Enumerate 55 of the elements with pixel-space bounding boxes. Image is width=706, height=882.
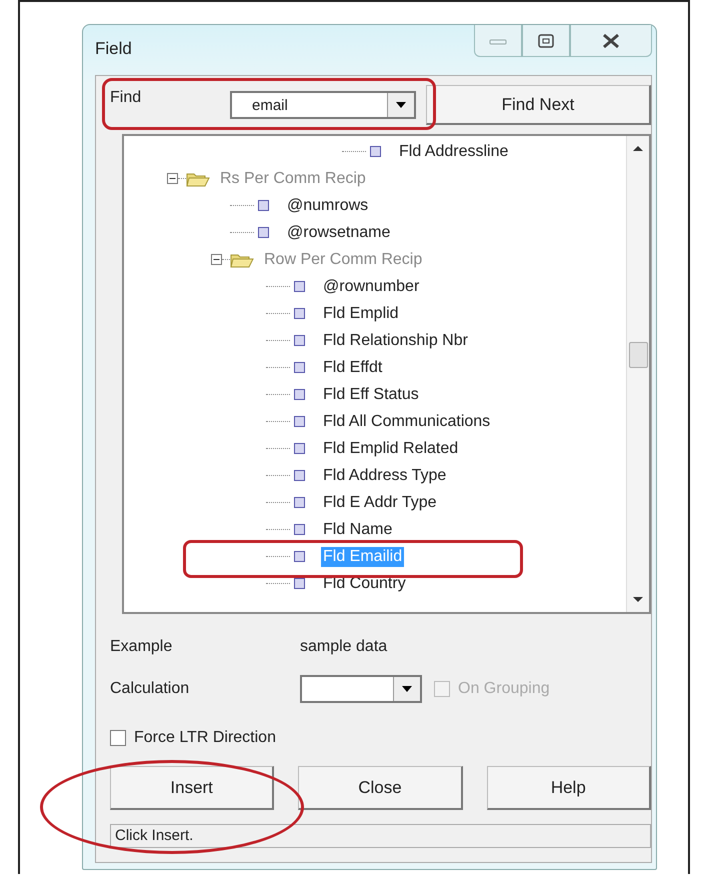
field-icon: [294, 443, 305, 454]
tree-item[interactable]: Fld Addressline: [397, 142, 510, 162]
field-icon: [294, 308, 305, 319]
field-icon: [294, 389, 305, 400]
find-next-button[interactable]: Find Next: [426, 85, 651, 125]
tree-item[interactable]: Fld All Communications: [321, 412, 492, 432]
tree-item[interactable]: @rowsetname: [285, 222, 392, 242]
dialog-button[interactable]: Help: [486, 766, 651, 810]
maximize-button[interactable]: [522, 25, 570, 57]
tree-item[interactable]: Fld Effdt: [321, 358, 384, 378]
status-bar: Click Insert.: [110, 824, 651, 848]
field-icon: [258, 200, 269, 211]
calculation-label: Calculation: [110, 680, 190, 698]
find-combo-box[interactable]: email: [230, 91, 416, 119]
tree-item[interactable]: @numrows: [285, 196, 370, 216]
tree-item[interactable]: Fld Eff Status: [321, 384, 421, 404]
dialog-button[interactable]: Insert: [110, 766, 274, 810]
window-title: Field: [95, 39, 132, 59]
tree-folder[interactable]: Row Per Comm Recip: [262, 250, 424, 270]
close-button[interactable]: [570, 25, 652, 57]
field-icon: [258, 227, 269, 238]
maximize-icon: [537, 32, 555, 48]
field-icon: [294, 497, 305, 508]
close-icon: [601, 32, 621, 48]
tree-item[interactable]: Fld Emplid Related: [321, 438, 460, 458]
dialog-button[interactable]: Close: [298, 766, 463, 810]
force-ltr-label: Force LTR Direction: [134, 729, 276, 747]
scroll-down-icon[interactable]: [632, 596, 644, 604]
calculation-combo-box[interactable]: [300, 675, 422, 703]
tree-item[interactable]: Fld Address Type: [321, 466, 448, 486]
field-icon: [294, 281, 305, 292]
collapse-icon[interactable]: [211, 254, 222, 265]
tree-item[interactable]: Fld E Addr Type: [321, 492, 439, 512]
tree-item[interactable]: Fld Emplid: [321, 304, 401, 324]
checkbox[interactable]: [110, 730, 126, 746]
tree-item[interactable]: @rownumber: [321, 276, 422, 296]
field-icon: [294, 416, 305, 427]
example-value: sample data: [300, 638, 388, 656]
field-icon: [294, 524, 305, 535]
scroll-up-icon[interactable]: [632, 144, 644, 152]
field-icon: [294, 551, 305, 562]
tree-item[interactable]: Fld Name: [321, 520, 394, 540]
scrollbar-thumb[interactable]: [629, 342, 648, 368]
field-icon: [294, 335, 305, 346]
field-icon: [294, 470, 305, 481]
find-label: Find: [110, 89, 142, 107]
field-icon: [370, 146, 381, 157]
tree-item[interactable]: Fld Relationship Nbr: [321, 330, 470, 350]
scrollbar[interactable]: [626, 136, 649, 612]
field-icon: [294, 362, 305, 373]
collapse-icon[interactable]: [167, 173, 178, 184]
field-icon: [294, 578, 305, 589]
example-label: Example: [110, 638, 174, 656]
tree-folder[interactable]: Rs Per Comm Recip: [218, 168, 368, 188]
on-grouping-label: On Grouping: [458, 680, 550, 698]
